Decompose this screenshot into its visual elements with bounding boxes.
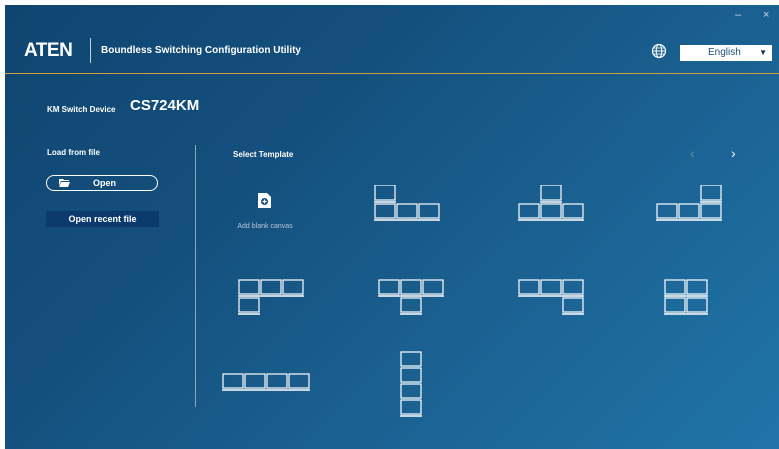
monitor-layout-icon xyxy=(238,279,304,315)
monitor-layout-icon xyxy=(400,351,422,417)
device-label: KM Switch Device xyxy=(47,105,116,114)
panel-divider xyxy=(195,145,196,407)
folder-open-icon xyxy=(59,179,70,187)
add-blank-canvas-button[interactable]: Add blank canvas xyxy=(235,193,295,233)
aten-logo: ATEN xyxy=(24,40,73,61)
chevron-down-icon: ▼ xyxy=(759,48,767,57)
header-bar: – × ATEN Boundless Switching Configurati… xyxy=(5,5,779,74)
device-name: CS724KM xyxy=(130,97,200,114)
template-3-1-left[interactable] xyxy=(233,277,313,347)
monitor-layout-icon xyxy=(664,279,708,315)
monitor-layout-icon xyxy=(518,279,584,315)
template-3-1-right[interactable] xyxy=(653,185,733,255)
template-4-horizontal[interactable] xyxy=(219,369,319,439)
previous-page-button[interactable]: ‹ xyxy=(690,146,695,160)
select-template-heading: Select Template xyxy=(233,150,294,159)
language-select[interactable]: English ▼ xyxy=(680,45,772,61)
open-recent-file-button[interactable]: Open recent file xyxy=(46,211,159,227)
close-button[interactable]: × xyxy=(763,9,769,21)
template-t-shape[interactable] xyxy=(513,185,593,255)
monitor-layout-icon xyxy=(518,185,584,221)
monitor-layout-icon xyxy=(656,185,722,221)
template-1-3[interactable] xyxy=(373,185,453,255)
globe-icon[interactable] xyxy=(651,43,667,59)
language-value: English xyxy=(708,47,741,58)
next-page-button[interactable]: › xyxy=(731,146,736,160)
add-blank-canvas-label: Add blank canvas xyxy=(237,223,293,230)
document-plus-icon xyxy=(258,193,271,208)
open-recent-file-label: Open recent file xyxy=(68,214,137,224)
template-2x2[interactable] xyxy=(653,277,733,347)
load-from-file-heading: Load from file xyxy=(47,148,100,157)
template-4-vertical[interactable] xyxy=(373,350,453,420)
open-button-label: Open xyxy=(93,178,117,188)
minimize-button[interactable]: – xyxy=(735,9,741,21)
monitor-layout-icon xyxy=(378,279,444,315)
monitor-layout-icon xyxy=(374,185,440,221)
template-3-1-center[interactable] xyxy=(373,277,453,347)
app-window: – × ATEN Boundless Switching Configurati… xyxy=(5,5,779,449)
template-3-1-bottom-right[interactable] xyxy=(513,277,593,347)
monitor-layout-icon xyxy=(222,373,310,391)
app-title: Boundless Switching Configuration Utilit… xyxy=(101,45,301,56)
logo-divider xyxy=(90,38,91,63)
open-button[interactable]: Open xyxy=(46,175,158,191)
